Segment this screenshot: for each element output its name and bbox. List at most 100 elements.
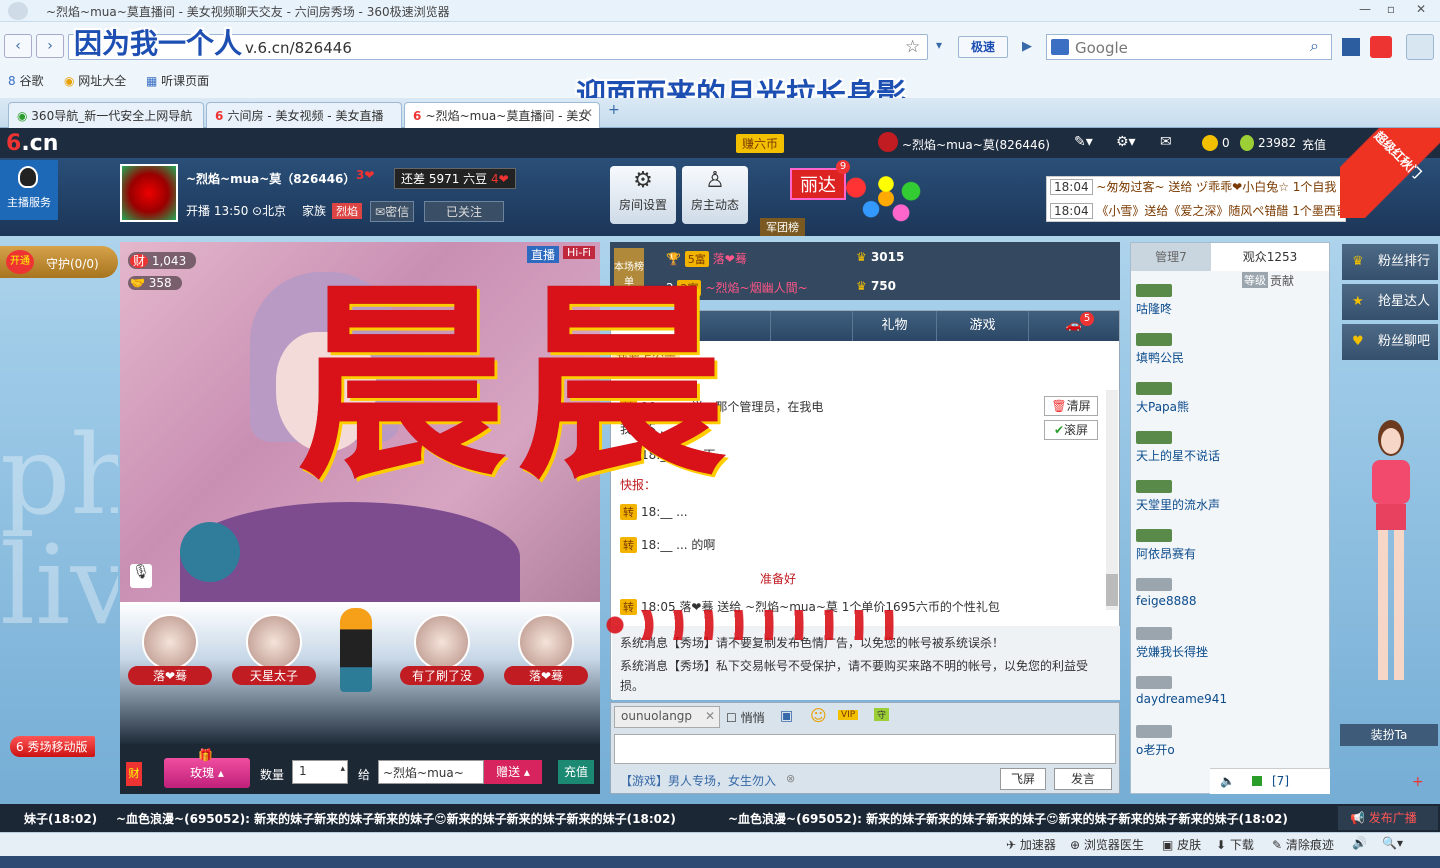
tab-viewers[interactable]: 观众1253 (1211, 243, 1329, 271)
avatar-icon[interactable] (8, 2, 28, 20)
zoom-icon[interactable]: 🔍▾ (1382, 836, 1403, 850)
site-logo[interactable]: 6.cn (6, 131, 58, 156)
family-badge[interactable]: 烈焰 (332, 203, 362, 219)
microphone-icon[interactable]: 🎙 (130, 564, 152, 588)
host-dynamics-button[interactable]: ♙ 房主动态 (682, 166, 748, 224)
emoji-icon[interactable]: ☺ (810, 706, 827, 725)
host-name[interactable]: ~烈焰~mua~莫（826446） (186, 170, 355, 187)
current-user[interactable]: ~烈焰~mua~莫(826446) (902, 136, 1050, 153)
search-icon[interactable]: ⌕ (1310, 36, 1319, 56)
mobile-version-link[interactable]: 6 秀场移动版 (10, 736, 96, 757)
recharge-button[interactable]: 充值 (558, 760, 594, 784)
guest-seat[interactable]: 落❤蓦 (128, 614, 212, 685)
viewer-item[interactable]: feige8888 (1136, 578, 1196, 608)
ticker-item[interactable]: 妹子(18:02) (24, 810, 97, 827)
dress-up-button[interactable]: 装扮Ta (1340, 724, 1438, 746)
auto-scroll-button[interactable]: ✔滚屏 (1044, 420, 1098, 440)
close-icon[interactable]: ✕ (1410, 2, 1432, 20)
online-count[interactable]: [7] (1272, 774, 1289, 788)
mail-icon[interactable]: ✉ (1160, 134, 1172, 150)
tab-private[interactable] (771, 311, 853, 341)
private-message-button[interactable]: ✉密信 (370, 201, 415, 222)
earn-coins-button[interactable]: 赚六币 (736, 134, 785, 153)
search-engine-icon[interactable] (1051, 39, 1069, 55)
chat-target-select[interactable]: ounuolangp ✕ (614, 706, 720, 728)
extension-icon[interactable] (1370, 36, 1392, 58)
viewer-item[interactable]: o老开o (1136, 725, 1175, 758)
chat-scrollbar[interactable] (1106, 390, 1118, 610)
forward-button[interactable]: › (36, 34, 64, 58)
follow-button[interactable]: 已关注 (424, 201, 504, 222)
viewer-item[interactable]: 阿依昂赛有 (1136, 529, 1196, 562)
speed-mode-button[interactable]: 极速 (958, 36, 1008, 58)
gift-select[interactable]: 玫瑰 ▴ (164, 758, 250, 788)
guard-emoji-icon[interactable]: 守 (874, 708, 890, 721)
tools-icon[interactable] (1406, 34, 1434, 60)
volume-icon[interactable]: 🔈 (1220, 774, 1235, 788)
fly-screen-button[interactable]: 飞屏 (1000, 768, 1046, 790)
clear-history-button[interactable]: ✎ 清除痕迹 (1272, 836, 1334, 853)
host-avatar[interactable] (120, 164, 178, 222)
star-icon[interactable]: ☆ (905, 37, 920, 57)
quantity-input[interactable]: 1 ▴ (292, 760, 348, 784)
image-icon[interactable]: ▣ (780, 708, 793, 724)
tab-gifts[interactable]: 礼物 (853, 311, 937, 341)
bookmark-google[interactable]: 8 谷歌 (8, 72, 43, 89)
scrollbar-thumb[interactable] (1106, 574, 1118, 606)
sort-level[interactable]: 等级 (1242, 272, 1268, 288)
viewer-item[interactable]: 天堂里的流水声 (1136, 480, 1220, 513)
guest-seat[interactable]: 有了刷了没 (400, 614, 484, 685)
sort-contrib[interactable]: 贡献 (1270, 272, 1294, 289)
tab-games[interactable]: 游戏 (937, 311, 1029, 341)
download-button[interactable]: ⬇ 下载 (1216, 836, 1254, 853)
send-message-button[interactable]: 发言 (1054, 768, 1112, 790)
room-settings-button[interactable]: ⚙ 房间设置 (610, 166, 676, 224)
chat-input[interactable] (614, 734, 1116, 764)
fans-rank-button[interactable]: ♛ 粉丝排行 (1342, 244, 1438, 280)
tab-6room[interactable]: 6 六间房 - 美女视频 - 美女直播 (206, 102, 402, 128)
back-button[interactable]: ‹ (4, 34, 32, 58)
bookmark-lessons[interactable]: ▦ 听课页面 (146, 72, 209, 89)
send-gift-button[interactable]: 赠送 ▴ (484, 760, 542, 784)
publish-broadcast-button[interactable]: 📢 发布广播 (1338, 806, 1438, 830)
viewer-item[interactable]: daydreame941 (1136, 676, 1227, 706)
maximize-icon[interactable]: ▫ (1380, 2, 1402, 20)
volume-icon[interactable]: 🔊 (1352, 836, 1367, 850)
star-master-button[interactable]: ★ 抢星达人 (1342, 284, 1438, 320)
close-tip-icon[interactable]: ⊗ (786, 772, 795, 785)
tab-360-nav[interactable]: ◉ 360导航_新一代安全上网导航 (8, 102, 204, 128)
add-icon[interactable]: + (1412, 774, 1424, 790)
clear-screen-button[interactable]: 🗑清屏 (1044, 396, 1098, 416)
viewer-item[interactable]: 天上的星不说话 (1136, 431, 1220, 464)
tab-admins[interactable]: 管理7 (1131, 243, 1211, 271)
accelerator-button[interactable]: ✈ 加速器 (1006, 836, 1056, 853)
edit-icon[interactable]: ✎▾ (1074, 134, 1093, 150)
vip-icon[interactable]: VIP (838, 710, 859, 720)
search-box[interactable]: Google (1046, 34, 1332, 60)
viewer-item[interactable]: 大Papa熊 (1136, 382, 1189, 415)
guest-seat[interactable]: 落❤蓦 (504, 614, 588, 685)
recipient-select[interactable]: ~烈焰~mua~ (378, 760, 484, 784)
ticker-item[interactable]: ~血色浪漫~(695052): 新来的妹子新来的妹子新来的妹子😍新来的妹子新来的… (116, 810, 716, 827)
whisper-checkbox[interactable]: ☐ 悄悄 (726, 709, 765, 726)
dropdown-icon[interactable]: ▾ (936, 38, 942, 52)
browser-doctor-button[interactable]: ⊕ 浏览器医生 (1070, 836, 1144, 853)
recharge-link[interactable]: 充值 (1302, 136, 1326, 153)
viewer-item[interactable]: 咕隆咚 (1136, 284, 1172, 317)
avatar-character[interactable] (1362, 420, 1420, 720)
tab-live-room[interactable]: 6 ~烈焰~mua~莫直播间 - 美女 ✕ (404, 102, 600, 128)
fans-bar-button[interactable]: ♥ 粉丝聊吧 (1342, 324, 1438, 360)
game-tip[interactable]: 【游戏】男人专场，女生勿入 (620, 772, 776, 789)
apps-icon[interactable] (1342, 38, 1360, 56)
ticker-item[interactable]: ~血色浪漫~(695052): 新来的妹子新来的妹子新来的妹子😍新来的妹子新来的… (728, 810, 1336, 827)
user-avatar[interactable] (878, 132, 898, 152)
close-tab-icon[interactable]: ✕ (583, 106, 593, 120)
new-tab-icon[interactable]: + (608, 102, 620, 118)
go-icon[interactable]: ▶ (1016, 36, 1038, 58)
viewer-item[interactable]: 填鸭公民 (1136, 333, 1184, 366)
viewer-item[interactable]: 党嫌我长得挫 (1136, 627, 1208, 660)
tab-car[interactable]: 🚗 (1029, 311, 1119, 341)
minimize-icon[interactable]: — (1354, 2, 1376, 20)
gear-icon[interactable]: ⚙▾ (1116, 134, 1136, 150)
guest-seat[interactable]: 天星太子 (232, 614, 316, 685)
